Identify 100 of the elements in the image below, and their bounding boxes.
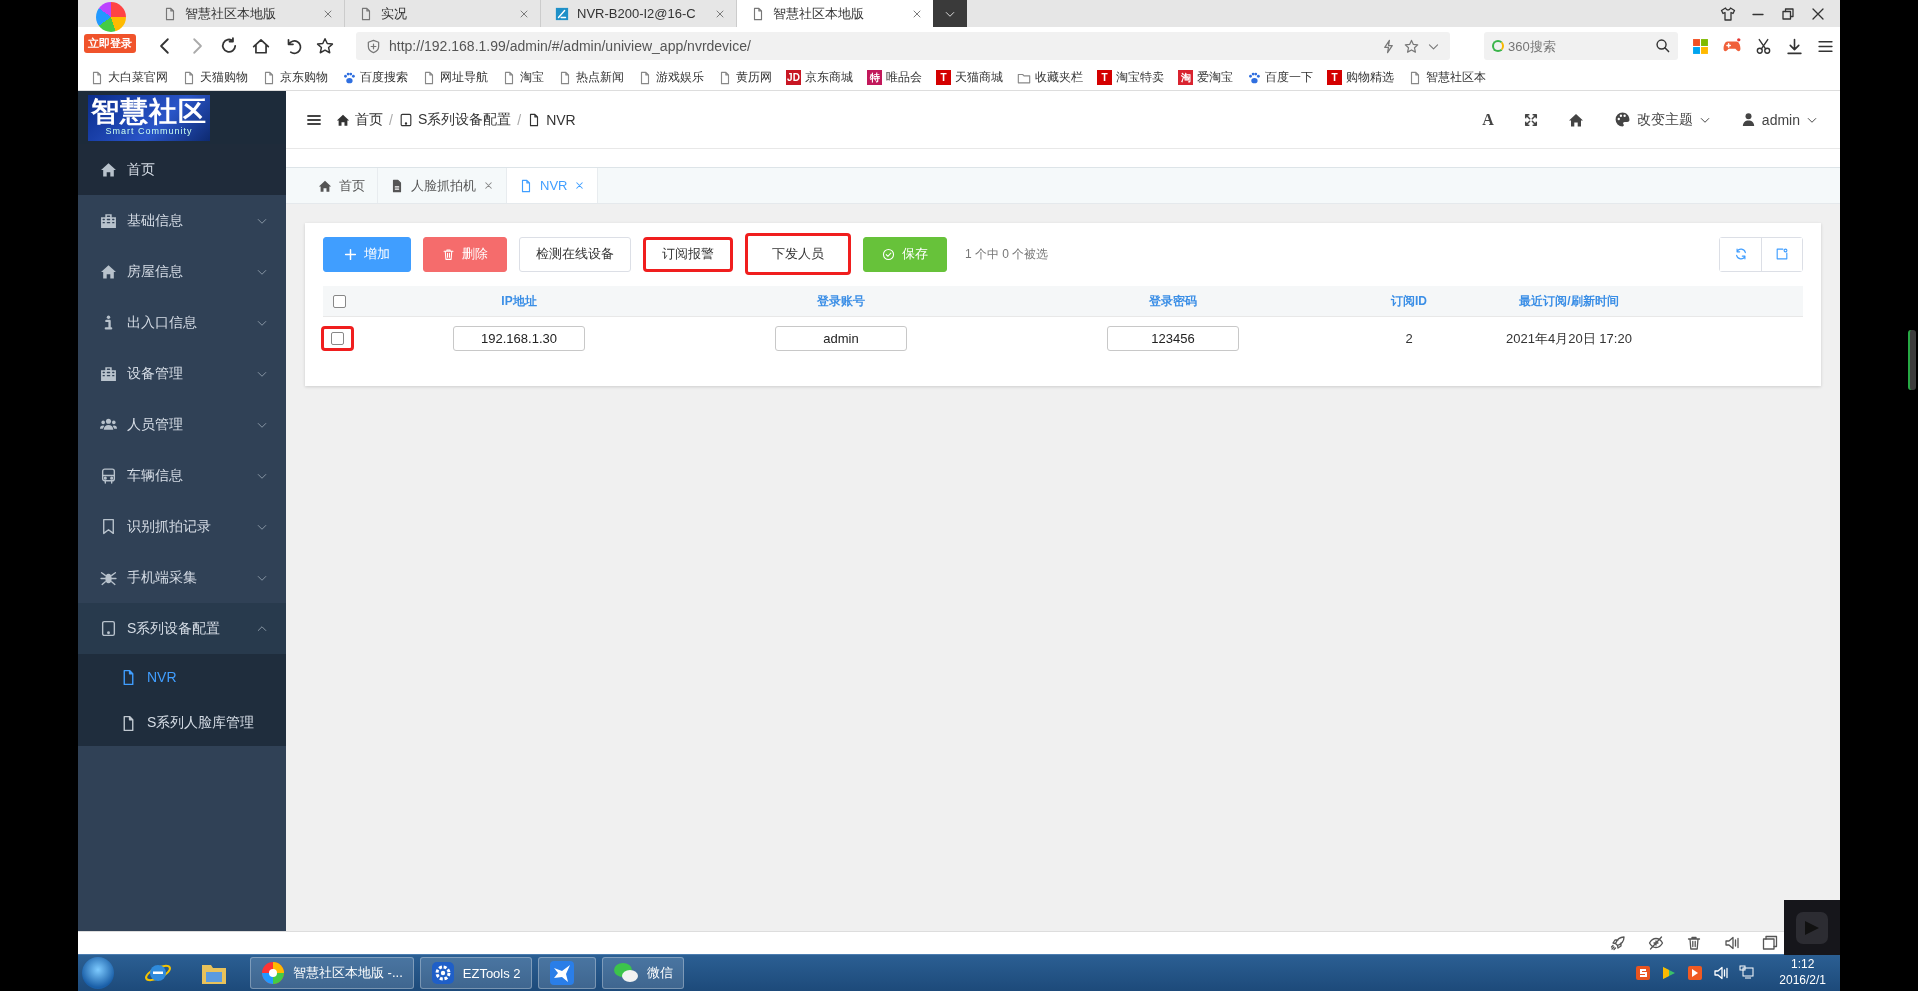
site-badge: 特 xyxy=(867,70,882,85)
page-tab[interactable]: 首页 xyxy=(306,168,378,203)
account-field[interactable]: admin xyxy=(775,326,907,351)
scissors-icon[interactable] xyxy=(1755,37,1772,55)
shield-icon xyxy=(366,38,381,54)
window-icon[interactable] xyxy=(1762,935,1778,951)
sidebar-item[interactable]: 基础信息 xyxy=(78,195,286,246)
reload-button[interactable] xyxy=(220,37,238,55)
fullscreen-button[interactable] xyxy=(1523,112,1538,127)
crossed-eye-icon[interactable] xyxy=(1648,935,1664,951)
column-header: IP地址 xyxy=(500,292,538,310)
bookmark-link[interactable]: 收藏夹栏 xyxy=(1017,69,1083,86)
password-field[interactable]: 123456 xyxy=(1107,326,1239,351)
paw-icon xyxy=(1247,70,1261,85)
site-badge: T xyxy=(936,70,951,85)
search-field[interactable]: 360搜索 xyxy=(1484,32,1678,60)
speaker-icon[interactable] xyxy=(1724,935,1740,951)
tablet-icon xyxy=(398,112,413,127)
page-icon xyxy=(502,70,516,85)
scroll-indicator xyxy=(1908,330,1916,390)
home-button[interactable] xyxy=(1567,111,1584,128)
video-app-icon[interactable] xyxy=(1687,965,1704,981)
bookmark-link[interactable]: T 淘宝特卖 xyxy=(1097,69,1164,86)
lightning-icon[interactable] xyxy=(1381,38,1396,54)
font-size-button[interactable]: A xyxy=(1482,110,1494,129)
breadcrumb-link[interactable]: 首页 xyxy=(336,110,383,129)
s-app-icon[interactable] xyxy=(1635,965,1652,981)
address-bar[interactable]: http://192.168.1.99/admin/#/admin/uniview_app/nvrdevice/ xyxy=(356,32,1450,60)
action-button[interactable]: 下发人员 xyxy=(745,233,851,275)
bookmark-link[interactable]: JD 京东商城 xyxy=(786,69,853,86)
sidebar-item[interactable]: S系列设备配置 xyxy=(78,603,286,654)
network-icon[interactable] xyxy=(1739,965,1756,981)
breadcrumb-link[interactable]: NVR xyxy=(527,111,576,128)
reload-icon xyxy=(220,37,238,55)
rocket-icon[interactable] xyxy=(1610,935,1626,951)
bookmark-link[interactable]: 天猫购物 xyxy=(182,69,248,86)
sidebar-item[interactable]: 设备管理 xyxy=(78,348,286,399)
volume-icon[interactable] xyxy=(1713,965,1730,981)
selection-count: 1 个中 0 个被选 xyxy=(965,245,1049,263)
sidebar-item[interactable]: 手机端采集 xyxy=(78,552,286,603)
sidebar-item[interactable]: 出入口信息 xyxy=(78,297,286,348)
search-icon[interactable] xyxy=(1655,38,1670,53)
bookmark-link[interactable]: 智慧社区本 xyxy=(1408,69,1486,86)
bookmark-link[interactable]: 淘 爱淘宝 xyxy=(1178,69,1233,86)
ip-field[interactable]: 192.168.1.30 xyxy=(453,326,585,351)
home-button[interactable] xyxy=(252,37,270,55)
action-button[interactable]: 检测在线设备 xyxy=(519,236,631,272)
column-header: 订阅ID xyxy=(1389,292,1428,310)
bookmark-link[interactable]: 百度一下 xyxy=(1247,69,1313,86)
bookmark-link[interactable]: 百度搜索 xyxy=(342,69,408,86)
home-icon xyxy=(1567,111,1584,128)
download-icon[interactable] xyxy=(1786,37,1803,55)
bookmark-link[interactable]: T 购物精选 xyxy=(1327,69,1394,86)
page-icon xyxy=(359,6,373,21)
refresh-icon xyxy=(1733,247,1748,261)
home-icon xyxy=(318,178,332,193)
login-badge[interactable]: 立即登录 xyxy=(84,34,136,53)
action-button[interactable]: 订阅报警 xyxy=(643,236,733,272)
bookmark-link[interactable]: 网址导航 xyxy=(422,69,488,86)
breadcrumb-link[interactable]: S系列设备配置 xyxy=(398,110,512,129)
taskbar-window[interactable]: EZTools 2 xyxy=(419,957,532,989)
bookmark-star-button[interactable] xyxy=(316,37,334,55)
sidebar-item[interactable]: 首页 xyxy=(78,144,286,195)
document-icon xyxy=(519,178,533,193)
sidebar-subitem[interactable]: S系列人脸库管理 xyxy=(78,700,286,746)
trash-icon[interactable] xyxy=(1686,935,1702,951)
check-circle-icon xyxy=(882,247,895,261)
page-icon xyxy=(1408,70,1422,85)
table-cell-text: 2021年4月20日 17:20 xyxy=(1505,329,1633,348)
page-icon xyxy=(422,70,436,85)
taskbar-window[interactable]: 智慧社区本地版 -... xyxy=(250,957,414,989)
bookmark-link[interactable]: 特 唯品会 xyxy=(867,69,922,86)
sidebar-item[interactable]: 房屋信息 xyxy=(78,246,286,297)
taskbar-window[interactable] xyxy=(537,957,596,989)
users-icon xyxy=(100,416,117,433)
sidebar-item[interactable]: 识别抓拍记录 xyxy=(78,501,286,552)
sidebar-subitem[interactable]: NVR xyxy=(78,654,286,700)
bookmark-link[interactable]: 淘宝 xyxy=(502,69,544,86)
app-grid-icon[interactable] xyxy=(1692,37,1709,55)
taskbar-window[interactable]: 微信 xyxy=(601,957,684,989)
bookmark-link[interactable]: 大白菜官网 xyxy=(90,69,168,86)
bookmark-link[interactable]: 京东购物 xyxy=(262,69,328,86)
checkbox[interactable] xyxy=(333,294,346,308)
user-dropdown[interactable]: admin xyxy=(1740,111,1818,128)
tablet-icon xyxy=(100,620,117,637)
browser-tab[interactable]: 智慧社区本地版 xyxy=(737,0,933,27)
page-icon xyxy=(90,70,104,85)
shirt-icon[interactable] xyxy=(1720,5,1736,22)
start-button[interactable] xyxy=(82,957,114,989)
bookmark-link[interactable]: T 天猫商城 xyxy=(936,69,1003,86)
sidebar-item[interactable]: 人员管理 xyxy=(78,399,286,450)
bookmark-link[interactable]: 热点新闻 xyxy=(558,69,624,86)
bookmark-link[interactable]: 黄历网 xyxy=(718,69,772,86)
theme-dropdown[interactable]: 改变主题 xyxy=(1613,110,1711,129)
star-icon[interactable] xyxy=(1404,38,1419,54)
restore-icon[interactable] xyxy=(1780,5,1796,22)
bookmark-link[interactable]: 游戏娱乐 xyxy=(638,69,704,86)
bookmark-icon xyxy=(100,518,117,535)
sidebar-item[interactable]: 车辆信息 xyxy=(78,450,286,501)
checkbox[interactable] xyxy=(331,332,344,345)
